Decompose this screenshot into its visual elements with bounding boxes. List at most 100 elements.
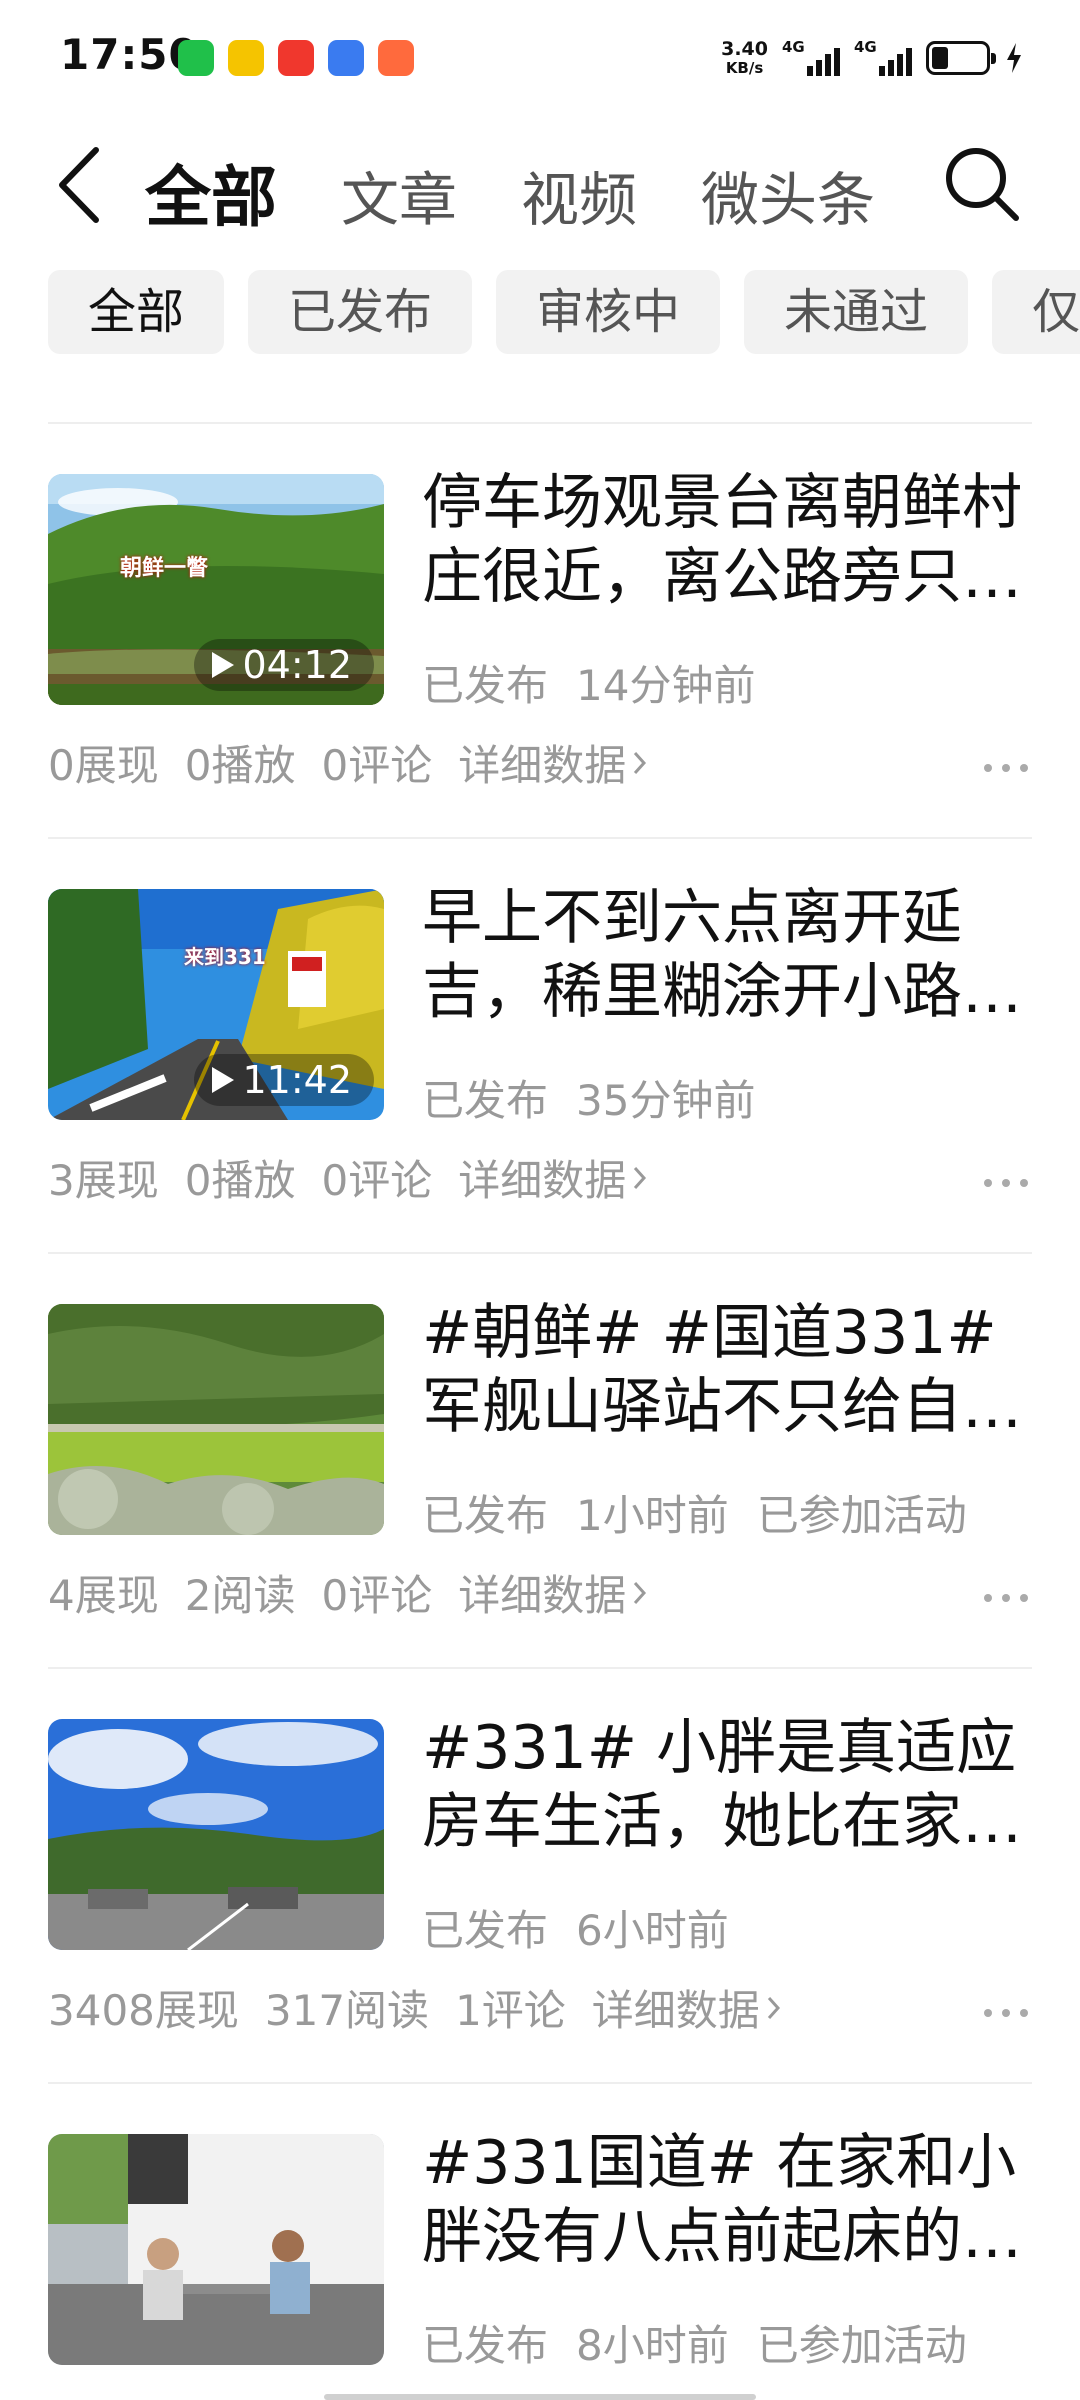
- item-title[interactable]: #331国道# 在家和小胖没有八点前起床的时候: [422, 2126, 1040, 2274]
- filter-private[interactable]: 仅: [992, 270, 1080, 354]
- publish-status: 已发布: [422, 661, 549, 710]
- impressions-count: 4展现: [48, 1571, 159, 1620]
- more-options-icon[interactable]: [982, 762, 1030, 774]
- video-thumbnail[interactable]: 朝鲜一瞥 04:12: [48, 474, 384, 705]
- more-options-icon[interactable]: [982, 1592, 1030, 1604]
- filter-all[interactable]: 全部: [48, 270, 225, 354]
- comments-count: 1评论: [455, 1986, 566, 2035]
- plays-count: 0播放: [184, 741, 296, 790]
- impressions-count: 3展现: [48, 1156, 159, 1205]
- status-indicators: 3.40 KB/s 4G 4G: [721, 38, 1024, 78]
- item-title[interactable]: 停车场观景台离朝鲜村庄很近，离公路旁只有几十米: [422, 466, 1040, 614]
- chevron-right-icon: [634, 1166, 647, 1189]
- list-item[interactable]: #朝鲜# #国道331# 军舰山驿站不只给自驾车提供休息 已发布 1小时前 已参…: [0, 1254, 1080, 1669]
- item-stats: 4展现 2阅读 0评论 详细数据: [48, 1562, 648, 1623]
- comments-count: 0评论: [321, 741, 433, 790]
- status-bar: 17:50 3.40 KB/s 4G 4G: [0, 0, 1080, 118]
- publish-status: 已发布: [422, 1076, 549, 1125]
- publish-status: 已发布: [422, 1491, 549, 1540]
- item-title[interactable]: #331# 小胖是真适应房车生活，她比在家里睡得还好: [422, 1711, 1040, 1859]
- filter-published[interactable]: 已发布: [248, 270, 473, 354]
- image-thumbnail[interactable]: [48, 2134, 384, 2365]
- item-title[interactable]: #朝鲜# #国道331# 军舰山驿站不只给自驾车提供休息: [422, 1296, 1040, 1444]
- list-item[interactable]: #331国道# 在家和小胖没有八点前起床的时候 已发布 8小时前 已参加活动: [0, 2084, 1080, 2400]
- chevron-right-icon: [767, 1996, 780, 2019]
- tab-videos[interactable]: 视频: [521, 153, 637, 237]
- comments-count: 0评论: [321, 1156, 433, 1205]
- impressions-count: 0展现: [48, 741, 159, 790]
- play-icon: [212, 652, 235, 678]
- item-meta: 已发布 35分钟前: [422, 1067, 755, 1128]
- campaign-badge: 已参加活动: [756, 1491, 967, 1540]
- list-item[interactable]: 朝鲜一瞥 04:12 停车场观景台离朝鲜村庄很近，离公路旁只有几十米 已发布 1…: [0, 424, 1080, 839]
- status-filter-bar: 全部 已发布 审核中 未通过 仅: [48, 270, 1080, 354]
- network-speed-unit: KB/s: [725, 59, 764, 77]
- detail-data-link[interactable]: 详细数据: [458, 1562, 648, 1623]
- bird-app-icon: [328, 40, 364, 76]
- detail-data-label: 详细数据: [458, 741, 627, 790]
- back-button[interactable]: [50, 140, 110, 230]
- tab-micro-posts[interactable]: 微头条: [701, 153, 875, 237]
- item-meta: 已发布 14分钟前: [422, 652, 755, 713]
- network-speed: 3.40 KB/s: [721, 40, 768, 76]
- more-options-icon[interactable]: [982, 1177, 1030, 1189]
- toutiao-icon: [278, 40, 314, 76]
- plays-count: 0播放: [184, 1156, 296, 1205]
- publish-time: 35分钟前: [576, 1076, 756, 1125]
- video-duration: 11:42: [194, 1054, 374, 1106]
- detail-data-link[interactable]: 详细数据: [592, 1977, 782, 2038]
- list-item[interactable]: 来到331 11:42 早上不到六点离开延吉，稀里糊涂开小路到了331 已发布 …: [0, 839, 1080, 1254]
- campaign-badge: 已参加活动: [756, 2321, 967, 2370]
- signal-icon: 4G: [782, 38, 840, 78]
- detail-data-label: 详细数据: [458, 1571, 627, 1620]
- publish-status: 已发布: [422, 2321, 549, 2370]
- item-stats: 3408展现 317阅读 1评论 详细数据: [48, 1977, 782, 2038]
- impressions-count: 3408展现: [48, 1986, 239, 2035]
- publish-time: 8小时前: [576, 2321, 729, 2370]
- wechat-icon: [178, 40, 214, 76]
- notification-icons: [178, 40, 414, 76]
- detail-data-label: 详细数据: [458, 1156, 627, 1205]
- signal-label-2: 4G: [854, 38, 877, 56]
- item-stats: 3展现 0播放 0评论 详细数据: [48, 1147, 648, 1208]
- chevron-right-icon: [634, 751, 647, 774]
- shop-app-icon: [378, 40, 414, 76]
- detail-data-label: 详细数据: [591, 1986, 760, 2035]
- header: 全部 文章 视频 微头条: [0, 118, 1080, 248]
- network-speed-value: 3.40: [721, 38, 768, 60]
- image-thumbnail[interactable]: [48, 1719, 384, 1950]
- comments-count: 0评论: [321, 1571, 433, 1620]
- publish-time: 1小时前: [576, 1491, 729, 1540]
- content-type-tabs: 全部 文章 视频 微头条: [145, 144, 939, 240]
- tab-all[interactable]: 全部: [145, 144, 277, 240]
- charging-icon: [1007, 43, 1021, 73]
- thumbnail-caption: 朝鲜一瞥: [120, 556, 209, 581]
- news-app-icon: [228, 40, 264, 76]
- content-list: 朝鲜一瞥 04:12 停车场观景台离朝鲜村庄很近，离公路旁只有几十米 已发布 1…: [0, 424, 1080, 2400]
- list-item[interactable]: #331# 小胖是真适应房车生活，她比在家里睡得还好 已发布 6小时前 3408…: [0, 1669, 1080, 2084]
- publish-status: 已发布: [422, 1906, 549, 1955]
- thumbnail-caption: 来到331: [184, 945, 266, 969]
- reads-count: 2阅读: [184, 1571, 296, 1620]
- play-icon: [212, 1067, 235, 1093]
- reads-count: 317阅读: [264, 1986, 430, 2035]
- battery-icon: [926, 41, 996, 75]
- item-meta: 已发布 1小时前 已参加活动: [422, 1482, 967, 1543]
- home-indicator[interactable]: [324, 2394, 756, 2400]
- detail-data-link[interactable]: 详细数据: [458, 1147, 648, 1208]
- video-duration: 04:12: [194, 639, 374, 691]
- item-stats: 0展现 0播放 0评论 详细数据: [48, 732, 648, 793]
- filter-rejected[interactable]: 未通过: [744, 270, 969, 354]
- detail-data-link[interactable]: 详细数据: [458, 732, 648, 793]
- item-meta: 已发布 8小时前 已参加活动: [422, 2312, 967, 2373]
- video-thumbnail[interactable]: 来到331 11:42: [48, 889, 384, 1120]
- search-icon[interactable]: [940, 142, 1022, 224]
- tab-articles[interactable]: 文章: [341, 153, 457, 237]
- signal-icon-2: 4G: [854, 38, 912, 78]
- item-title[interactable]: 早上不到六点离开延吉，稀里糊涂开小路到了331: [422, 881, 1040, 1029]
- item-meta: 已发布 6小时前: [422, 1897, 729, 1958]
- image-thumbnail[interactable]: [48, 1304, 384, 1535]
- filter-reviewing[interactable]: 审核中: [496, 270, 721, 354]
- more-options-icon[interactable]: [982, 2007, 1030, 2019]
- signal-label: 4G: [782, 38, 805, 56]
